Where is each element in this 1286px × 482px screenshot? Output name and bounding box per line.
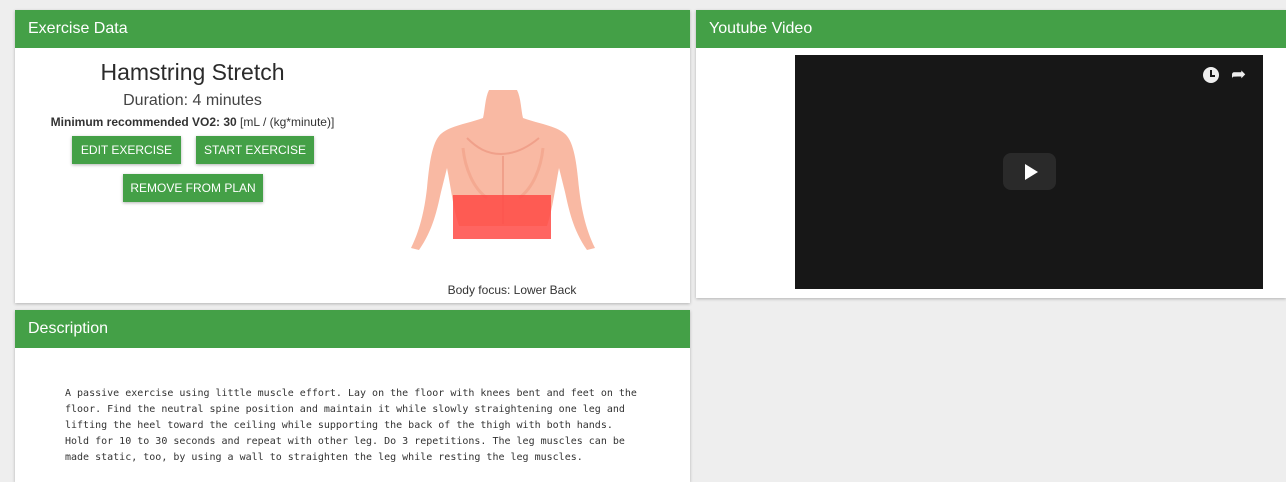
exercise-data-header: Exercise Data <box>15 10 690 48</box>
play-icon[interactable] <box>1003 153 1056 190</box>
description-card: Description A passive exercise using lit… <box>15 310 690 482</box>
lower-back-highlight <box>453 195 551 239</box>
exercise-data-card: Exercise Data Hamstring Stretch Duration… <box>15 10 690 303</box>
vo2-unit: [mL / (kg*minute)] <box>236 115 335 129</box>
vo2-label: Minimum recommended VO2: 30 <box>50 115 237 129</box>
exercise-title: Hamstring Stretch <box>100 59 285 85</box>
start-exercise-button[interactable]: START EXERCISE <box>196 136 314 164</box>
edit-exercise-button[interactable]: EDIT EXERCISE <box>72 136 181 164</box>
description-header: Description <box>15 310 690 348</box>
video-player[interactable]: ➦ <box>795 55 1263 289</box>
clock-icon[interactable] <box>1203 67 1219 83</box>
description-text: A passive exercise using little muscle e… <box>65 388 637 463</box>
body-diagram <box>411 90 595 250</box>
share-icon[interactable]: ➦ <box>1231 65 1249 83</box>
remove-from-plan-button[interactable]: REMOVE FROM PLAN <box>123 174 263 202</box>
youtube-video-card: Youtube Video ➦ <box>696 10 1286 298</box>
youtube-video-header: Youtube Video <box>696 10 1286 48</box>
exercise-duration: Duration: 4 minutes <box>123 92 262 109</box>
exercise-info: Hamstring Stretch Duration: 4 minutes Mi… <box>15 48 370 129</box>
vo2-recommendation: Minimum recommended VO2: 30 [mL / (kg*mi… <box>15 115 370 129</box>
body-focus-caption: Body focus: Lower Back <box>447 283 577 297</box>
